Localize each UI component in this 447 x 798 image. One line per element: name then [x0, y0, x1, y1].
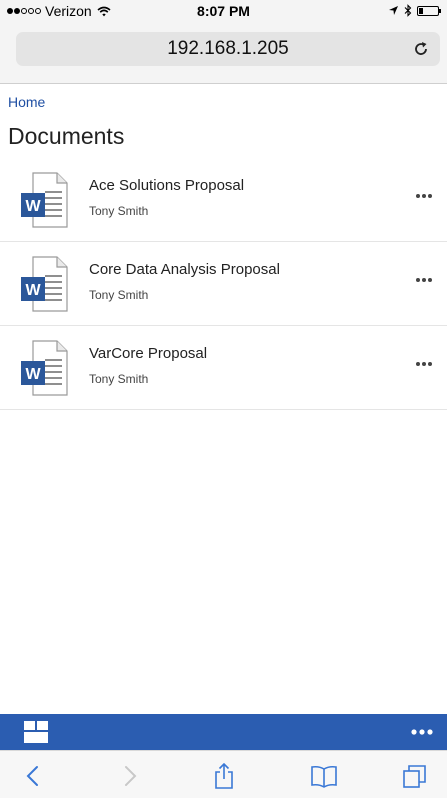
browser-address-area: 192.168.1.205 [0, 22, 447, 84]
browser-toolbar [0, 750, 447, 798]
forward-icon[interactable] [115, 763, 143, 789]
document-row[interactable]: W VarCore Proposal Tony Smith [0, 326, 447, 410]
tabs-icon[interactable] [401, 763, 429, 789]
more-ellipsis-icon[interactable] [407, 720, 437, 744]
svg-text:W: W [25, 366, 41, 383]
document-title[interactable]: Ace Solutions Proposal [89, 177, 244, 194]
document-title[interactable]: VarCore Proposal [89, 345, 207, 362]
location-arrow-icon [389, 6, 398, 15]
svg-text:W: W [25, 198, 41, 215]
back-icon[interactable] [20, 763, 48, 789]
document-title[interactable]: Core Data Analysis Proposal [89, 261, 280, 278]
document-author: Tony Smith [89, 288, 149, 302]
bluetooth-icon [404, 4, 412, 17]
status-time: 8:07 PM [197, 3, 250, 19]
more-options-icon[interactable] [409, 184, 439, 208]
status-bar: Verizon 8:07 PM [0, 0, 447, 22]
apps-tiles-icon[interactable] [23, 720, 49, 744]
document-author: Tony Smith [89, 204, 149, 218]
word-document-icon: W [21, 172, 68, 228]
battery-level [419, 7, 423, 14]
url-text[interactable]: 192.168.1.205 [16, 38, 440, 60]
phone-screen: Verizon 8:07 PM 192.168.1.205 Home Docum… [0, 0, 447, 798]
address-field[interactable]: 192.168.1.205 [16, 32, 440, 66]
more-options-icon[interactable] [409, 352, 439, 376]
document-list: W Ace Solutions Proposal Tony Smith W Co… [0, 158, 447, 410]
breadcrumb-home-link[interactable]: Home [8, 94, 45, 110]
document-row[interactable]: W Ace Solutions Proposal Tony Smith [0, 158, 447, 242]
reload-icon[interactable] [412, 40, 430, 58]
app-bar [0, 714, 447, 750]
page-title: Documents [8, 123, 125, 149]
battery-icon [417, 5, 441, 16]
document-author: Tony Smith [89, 372, 149, 386]
word-document-icon: W [21, 256, 68, 312]
bookmarks-icon[interactable] [310, 763, 338, 789]
document-row[interactable]: W Core Data Analysis Proposal Tony Smith [0, 242, 447, 326]
more-options-icon[interactable] [409, 268, 439, 292]
word-document-icon: W [21, 340, 68, 396]
share-icon[interactable] [210, 763, 238, 789]
status-right [383, 4, 441, 17]
svg-text:W: W [25, 282, 41, 299]
